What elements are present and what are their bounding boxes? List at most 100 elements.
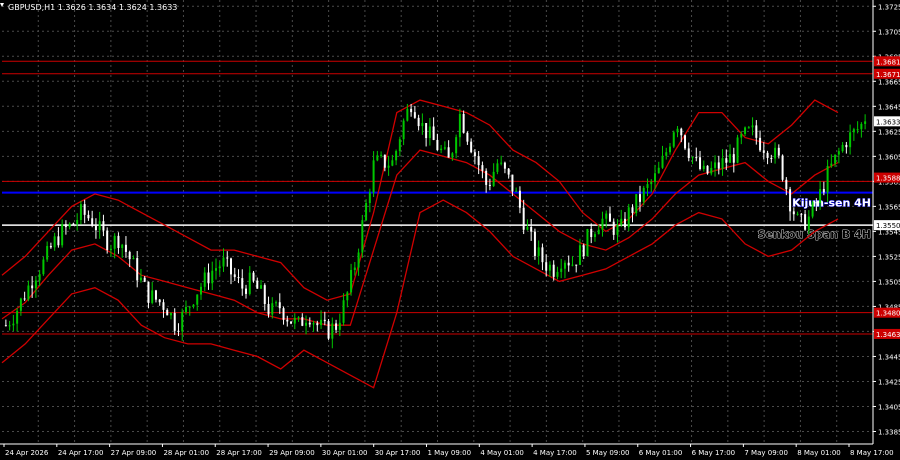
candle-body (849, 132, 852, 148)
x-tick-label: 28 Apr 01:00 (163, 449, 209, 457)
candle-body (518, 190, 521, 208)
candle-body (398, 139, 401, 152)
candle-body (654, 173, 657, 183)
candle-body (481, 165, 484, 171)
candle-body (357, 252, 360, 268)
candle-body (425, 123, 428, 139)
candle-body (627, 207, 630, 228)
y-tick-label: 1.3505 (878, 278, 900, 286)
candle-body (781, 155, 784, 180)
x-tick-label: 30 Apr 01:00 (322, 449, 368, 457)
chart-svg[interactable]: Kijun-sen 4H Senkou Span B 4H 1.3385 1.340… (0, 0, 900, 460)
candle-body (79, 204, 82, 221)
candle-body (19, 298, 22, 311)
candle-body (470, 141, 473, 153)
candle-body (747, 127, 750, 129)
x-tick-label: 24 Apr 2026 (5, 449, 49, 457)
candle-body (620, 218, 623, 225)
candle-body (837, 151, 840, 155)
candle-body (440, 148, 443, 151)
y-tick-label: 1.3625 (878, 128, 900, 136)
price-badge-label: 1.3633 (876, 118, 900, 126)
candle-body (286, 319, 289, 322)
x-tick-label: 5 May 09:00 (586, 449, 630, 457)
candle-body (117, 235, 120, 248)
candle-body (308, 322, 311, 325)
candle-body (353, 267, 356, 270)
candle-body (492, 171, 495, 186)
candle-body (432, 126, 435, 140)
candle-body (755, 125, 758, 138)
candle-body (12, 323, 15, 326)
candle-body (169, 313, 172, 316)
candle-body (188, 306, 191, 308)
candle-body (166, 309, 169, 316)
candle-body (496, 163, 499, 172)
candle-body (623, 218, 626, 228)
candle-body (714, 162, 717, 168)
candle-body (305, 322, 308, 326)
candle-body (87, 214, 90, 219)
candle-body (541, 247, 544, 263)
candle-body (323, 319, 326, 322)
candle-body (575, 264, 578, 266)
x-tick-label: 6 May 17:00 (692, 449, 736, 457)
candle-body (706, 165, 709, 174)
candle-body (766, 152, 769, 158)
candle-body (27, 285, 30, 300)
candle-body (695, 157, 698, 159)
candle-body (113, 235, 116, 249)
candle-body (16, 310, 19, 324)
candle-body (226, 257, 229, 259)
candle-body (687, 148, 690, 159)
candle-body (211, 270, 214, 284)
candle-body (725, 158, 728, 163)
candle-body (789, 189, 792, 212)
candle-body (807, 216, 810, 230)
candle-body (413, 112, 416, 118)
candle-body (346, 292, 349, 301)
candle-body (256, 280, 259, 289)
price-badge-label: 1.3463 (876, 331, 900, 339)
candle-body (511, 174, 514, 192)
candle-body (83, 204, 86, 215)
y-tick-label: 1.3445 (878, 353, 900, 361)
candle-body (631, 207, 634, 214)
candle-body (691, 157, 694, 159)
candle-body (263, 285, 266, 305)
candle-body (196, 294, 199, 305)
candle-body (740, 133, 743, 138)
candle-body (856, 129, 859, 131)
price-chart[interactable]: Kijun-sen 4H Senkou Span B 4H 1.3385 1.340… (0, 0, 900, 460)
candle-body (214, 268, 217, 271)
candle-body (338, 322, 341, 330)
x-tick-label: 24 Apr 17:00 (58, 449, 104, 457)
candle-body (376, 155, 379, 161)
candle-body (804, 214, 807, 230)
x-tick-label: 27 Apr 09:00 (111, 449, 157, 457)
candle-body (391, 160, 394, 166)
candle-body (582, 245, 585, 257)
y-tick-label: 1.3425 (878, 378, 900, 386)
candle-body (241, 278, 244, 289)
candle-body (661, 155, 664, 168)
candle-body (46, 245, 49, 260)
candle-body (864, 121, 867, 124)
candle-body (455, 137, 458, 154)
y-tick-label: 1.3565 (878, 203, 900, 211)
candle-body (792, 211, 795, 215)
candle-body (395, 151, 398, 161)
candle-body (147, 281, 150, 303)
candle-body (545, 262, 548, 271)
candle-body (76, 220, 79, 225)
candle-body (23, 298, 26, 300)
candle-body (845, 144, 848, 148)
price-badge-label: 1.3671 (876, 71, 900, 79)
candle-body (248, 272, 251, 294)
x-tick-label: 28 Apr 17:00 (216, 449, 262, 457)
candle-body (421, 123, 424, 127)
candle-body (42, 259, 45, 275)
candle-body (672, 132, 675, 147)
candle-body (31, 285, 34, 289)
candle-body (387, 165, 390, 168)
